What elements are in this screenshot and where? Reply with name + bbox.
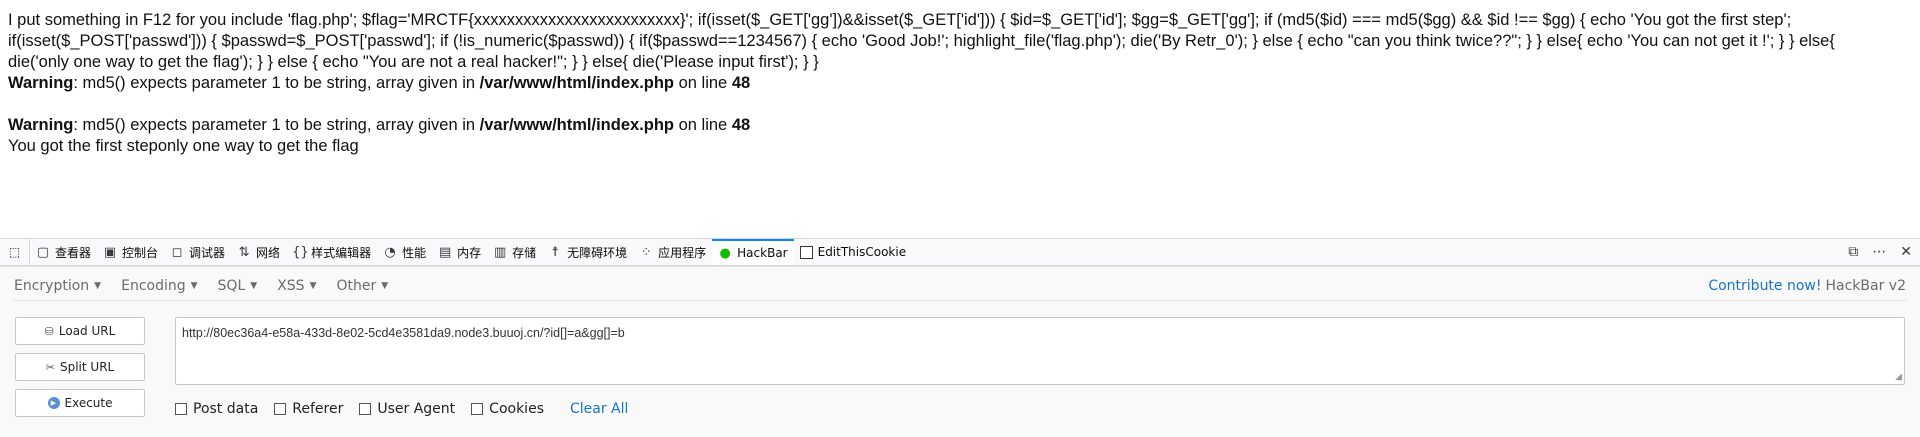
chevron-down-icon: ▼ (190, 280, 198, 291)
hackbar-version: HackBar v2 (1825, 277, 1907, 294)
element-picker-button[interactable]: ⬚ (0, 239, 30, 265)
url-input[interactable]: http://80ec36a4-e58a-433d-8e02-5cd4e3581… (175, 317, 1905, 385)
chevron-down-icon: ▼ (381, 280, 389, 291)
performance-icon: ◔ (384, 244, 396, 260)
menu-encryption[interactable]: Encryption ▼ (14, 278, 101, 294)
warning-message: : md5() expects parameter 1 to be string… (73, 116, 480, 134)
clear-all-link[interactable]: Clear All (570, 401, 628, 417)
hackbar-options: Post data Referer User Agent Cookies Cle… (175, 401, 628, 417)
tab-editthiscookie[interactable]: EditThisCookie (794, 239, 913, 265)
debugger-icon: ◻ (171, 244, 183, 260)
split-url-icon: ✂ (45, 360, 55, 374)
warning-label: Warning (8, 116, 74, 134)
network-icon: ⇅ (238, 244, 250, 260)
tab-hackbar[interactable]: ● HackBar (712, 239, 794, 265)
storage-icon: ▥ (493, 244, 507, 260)
menu-xss[interactable]: XSS ▼ (277, 278, 316, 294)
source-code-line: I put something in F12 for you include '… (8, 11, 1792, 29)
tab-inspector[interactable]: ▢ 查看器 (30, 239, 97, 265)
warning-line-number: 48 (731, 116, 751, 134)
warning-label: Warning (8, 74, 74, 92)
tab-performance[interactable]: ◔ 性能 (377, 239, 432, 265)
tab-network[interactable]: ⇅ 网络 (231, 239, 286, 265)
warning-line-number: 48 (731, 74, 751, 92)
hackbar-menu: Encryption ▼ Encoding ▼ SQL ▼ XSS ▼ Other ▼ C… (14, 271, 1906, 301)
memory-icon: ▤ (438, 244, 452, 260)
contribute-link[interactable]: Contribute now! (1708, 278, 1821, 294)
tab-accessibility[interactable]: ☨ 无障碍环境 (542, 239, 633, 265)
load-url-icon: ⛁ (44, 324, 54, 338)
tab-style-editor[interactable]: {} 样式编辑器 (286, 239, 377, 265)
devtools-toolbar: ⬚ ▢ 查看器 ▣ 控制台 ◻ 调试器 ⇅ 网络 {} 样式编辑器 ◔ 性能 ▤… (0, 238, 1920, 266)
php-warning: Warning: md5() expects parameter 1 to be… (8, 73, 1912, 94)
php-warning: Warning: md5() expects parameter 1 to be… (8, 115, 1912, 136)
url-input-value: http://80ec36a4-e58a-433d-8e02-5cd4e3581… (182, 326, 625, 340)
close-icon[interactable]: ✕ (1900, 244, 1912, 260)
page-content: I put something in F12 for you include '… (8, 10, 1912, 157)
checkbox-icon (274, 403, 287, 415)
warning-on-line: on line (674, 74, 732, 92)
source-code-line: die('only one way to get the flag'); } }… (8, 53, 819, 71)
user-agent-checkbox[interactable]: User Agent (359, 401, 455, 417)
source-code-line: if(isset($_POST['passwd'])) { $passwd=$_… (8, 32, 1835, 50)
split-url-button[interactable]: ✂ Split URL (15, 353, 145, 381)
console-icon: ▣ (103, 244, 117, 260)
referer-checkbox[interactable]: Referer (274, 401, 343, 417)
page-output: You got the first steponly one way to ge… (8, 137, 359, 155)
hackbar-credits: Contribute now! HackBar v2 (1708, 278, 1906, 294)
chevron-down-icon: ▼ (250, 280, 258, 291)
execute-icon: ▶ (47, 397, 60, 409)
more-options-icon[interactable]: ⋯ (1872, 244, 1886, 260)
warning-on-line: on line (674, 116, 732, 134)
tab-debugger[interactable]: ◻ 调试器 (164, 239, 231, 265)
hackbar-panel: Encryption ▼ Encoding ▼ SQL ▼ XSS ▼ Other ▼ C… (0, 266, 1920, 437)
menu-sql[interactable]: SQL ▼ (218, 278, 258, 294)
devtools-window-controls: ⧉ ⋯ ✕ (1848, 239, 1920, 265)
warning-file: /var/www/html/index.php (479, 74, 675, 92)
element-picker-icon: ⬚ (8, 245, 21, 259)
warning-file: /var/www/html/index.php (479, 116, 675, 134)
checkbox-icon (359, 403, 372, 415)
menu-other[interactable]: Other ▼ (336, 278, 388, 294)
warning-message: : md5() expects parameter 1 to be string… (73, 74, 480, 92)
cookies-checkbox[interactable]: Cookies (471, 401, 544, 417)
tab-memory[interactable]: ▤ 内存 (432, 239, 487, 265)
execute-button[interactable]: ▶ Execute (15, 389, 145, 417)
dock-side-icon[interactable]: ⧉ (1848, 244, 1858, 260)
checkbox-icon (175, 403, 187, 415)
style-editor-icon: {} (292, 244, 309, 260)
application-icon: ⁘ (640, 244, 652, 260)
chevron-down-icon: ▼ (94, 280, 102, 291)
hackbar-icon: ● (719, 245, 731, 261)
resize-grip-icon[interactable]: ◢ (1895, 371, 1902, 382)
tab-application[interactable]: ⁘ 应用程序 (633, 239, 712, 265)
tab-storage[interactable]: ▥ 存储 (487, 239, 542, 265)
load-url-button[interactable]: ⛁ Load URL (15, 317, 145, 345)
chevron-down-icon: ▼ (309, 280, 317, 291)
tab-console[interactable]: ▣ 控制台 (97, 239, 164, 265)
post-data-checkbox[interactable]: Post data (175, 401, 258, 417)
accessibility-icon: ☨ (551, 244, 559, 260)
menu-encoding[interactable]: Encoding ▼ (121, 278, 197, 294)
checkbox-icon (471, 403, 484, 415)
editthiscookie-icon (799, 245, 813, 259)
inspector-icon: ▢ (36, 244, 50, 260)
